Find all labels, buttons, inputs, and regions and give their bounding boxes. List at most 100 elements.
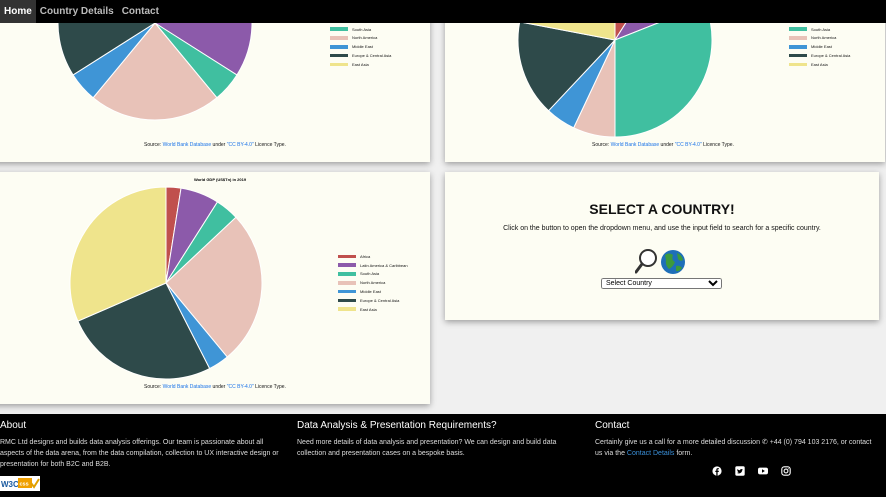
chart-card-3: World GDP (US$Tn) in 2019 Africa Latin Am… xyxy=(0,172,430,404)
legend-item: Middle East xyxy=(330,42,400,51)
legend-item: South Asia xyxy=(338,270,408,279)
legend-1: Latin America & CaribbeanSouth AsiaNorth… xyxy=(330,16,400,69)
legend-label: South Asia xyxy=(352,26,372,32)
legend-label: North America xyxy=(811,35,837,41)
legend-label: East Asia xyxy=(811,61,828,67)
legend-swatch xyxy=(338,254,356,259)
legend-item: Middle East xyxy=(338,287,408,296)
svg-text:css: css xyxy=(20,482,29,488)
contact-text-1: Certainly give us a call for a more deta… xyxy=(595,439,762,446)
footer: About RMC Ltd designs and builds data an… xyxy=(0,414,886,497)
instagram-icon[interactable] xyxy=(781,466,791,476)
footer-contact-heading: Contact xyxy=(595,420,630,431)
legend-2: Latin America & CaribbeanSouth AsiaNorth… xyxy=(789,16,859,69)
legend-label: North America xyxy=(360,280,386,286)
footer-about: About RMC Ltd designs and builds data an… xyxy=(0,420,282,470)
nav-contact[interactable]: Contact xyxy=(118,0,163,23)
legend-item: Latin America & Caribbean xyxy=(338,261,408,270)
legend-swatch xyxy=(330,62,348,67)
legend-label: East Asia xyxy=(352,61,369,67)
footer-requirements-heading: Data Analysis & Presentation Requirement… xyxy=(297,420,497,431)
search-globe-icon xyxy=(634,247,691,277)
facebook-icon[interactable] xyxy=(712,466,722,476)
source-db-link[interactable]: World Bank Database xyxy=(611,142,660,148)
legend-label: Latin America & Caribbean xyxy=(360,262,408,268)
legend-item: South Asia xyxy=(789,25,859,34)
phone-icon: ✆ xyxy=(761,439,770,446)
legend-item: North America xyxy=(338,278,408,287)
footer-about-text: RMC Ltd designs and builds data analysis… xyxy=(0,439,279,468)
youtube-icon[interactable] xyxy=(758,466,768,476)
legend-label: Middle East xyxy=(811,44,832,50)
contact-phone[interactable]: +44 (0) 794 103 2176 xyxy=(770,439,837,446)
source-note-2: Source: World Bank Database under "CC BY… xyxy=(592,142,734,148)
legend-label: North America xyxy=(352,35,378,41)
source-db-link[interactable]: World Bank Database xyxy=(163,384,212,390)
legend-item: Europe & Central Asia xyxy=(338,296,408,305)
select-country-title: SELECT A COUNTRY! xyxy=(589,201,735,217)
legend-item: North America xyxy=(330,34,400,43)
legend-swatch xyxy=(338,272,356,276)
twitter-icon[interactable] xyxy=(735,466,745,476)
legend-item: North America xyxy=(789,34,859,43)
footer-contact: Contact Certainly give us a call for a m… xyxy=(595,420,877,459)
legend-swatch xyxy=(330,36,348,40)
legend-label: South Asia xyxy=(360,271,380,277)
legend-item: East Asia xyxy=(789,60,859,69)
legend-item: East Asia xyxy=(330,60,400,69)
chart-card-2: Latin America & CaribbeanSouth AsiaNorth… xyxy=(445,0,885,162)
legend-swatch xyxy=(789,62,807,67)
select-country-instructions: Click on the button to open the dropdown… xyxy=(503,225,821,232)
legend-label: Europe & Central Asia xyxy=(811,53,851,59)
legend-label: Middle East xyxy=(360,289,381,295)
legend-label: Europe & Central Asia xyxy=(352,53,392,59)
svg-text:W3C: W3C xyxy=(1,480,19,489)
legend-swatch xyxy=(789,53,807,58)
chart-card-1: Latin America & CaribbeanSouth AsiaNorth… xyxy=(0,0,430,162)
legend-item: South Asia xyxy=(330,25,400,34)
social-links xyxy=(712,466,804,476)
legend-swatch xyxy=(330,27,348,31)
legend-swatch xyxy=(789,45,807,49)
source-mid: under xyxy=(211,142,227,148)
legend-label: Africa xyxy=(360,253,371,259)
source-prefix: Source: xyxy=(592,142,611,148)
source-suffix: Licence Type. xyxy=(253,142,286,148)
source-prefix: Source: xyxy=(144,384,163,390)
legend-swatch xyxy=(338,263,356,267)
legend-swatch xyxy=(338,298,356,303)
source-prefix: Source: xyxy=(144,142,163,148)
legend-swatch xyxy=(330,45,348,49)
legend-swatch xyxy=(789,27,807,31)
footer-contact-text: Certainly give us a call for a more deta… xyxy=(595,437,877,459)
legend-swatch xyxy=(338,281,356,285)
nav-home[interactable]: Home xyxy=(0,0,36,23)
select-country-card: SELECT A COUNTRY! Click on the button to… xyxy=(445,172,879,320)
source-mid: under xyxy=(211,384,227,390)
legend-swatch xyxy=(789,36,807,40)
contact-text-3: form. xyxy=(674,450,693,457)
source-note-3: Source: World Bank Database under "CC BY… xyxy=(144,384,286,390)
contact-details-link[interactable]: Contact Details xyxy=(627,450,674,457)
footer-about-heading: About xyxy=(0,420,27,431)
w3c-css-badge[interactable]: W3C css xyxy=(0,476,40,491)
source-note-1: Source: World Bank Database under "CC BY… xyxy=(144,142,286,148)
legend-swatch xyxy=(338,289,356,294)
legend-3: Africa Latin America & Caribbean South Asi… xyxy=(338,252,408,314)
legend-swatch xyxy=(338,307,356,311)
source-db-link[interactable]: World Bank Database xyxy=(163,142,212,148)
source-licence-link[interactable]: "CC BY-4.0" xyxy=(227,142,254,148)
footer-requirements: Data Analysis & Presentation Requirement… xyxy=(297,420,579,459)
legend-label: South Asia xyxy=(811,26,831,32)
source-licence-link[interactable]: "CC BY-4.0" xyxy=(675,142,702,148)
legend-swatch xyxy=(330,53,348,58)
source-mid: under xyxy=(659,142,675,148)
legend-label: East Asia xyxy=(360,306,377,312)
legend-item: Africa xyxy=(338,252,408,261)
nav-country-details[interactable]: Country Details xyxy=(36,0,118,23)
source-licence-link[interactable]: "CC BY-4.0" xyxy=(227,384,254,390)
country-select[interactable]: Select Country xyxy=(601,278,722,289)
navbar: Home Country Details Contact xyxy=(0,0,886,23)
legend-label: Europe & Central Asia xyxy=(360,297,400,303)
legend-item: East Asia xyxy=(338,305,408,314)
